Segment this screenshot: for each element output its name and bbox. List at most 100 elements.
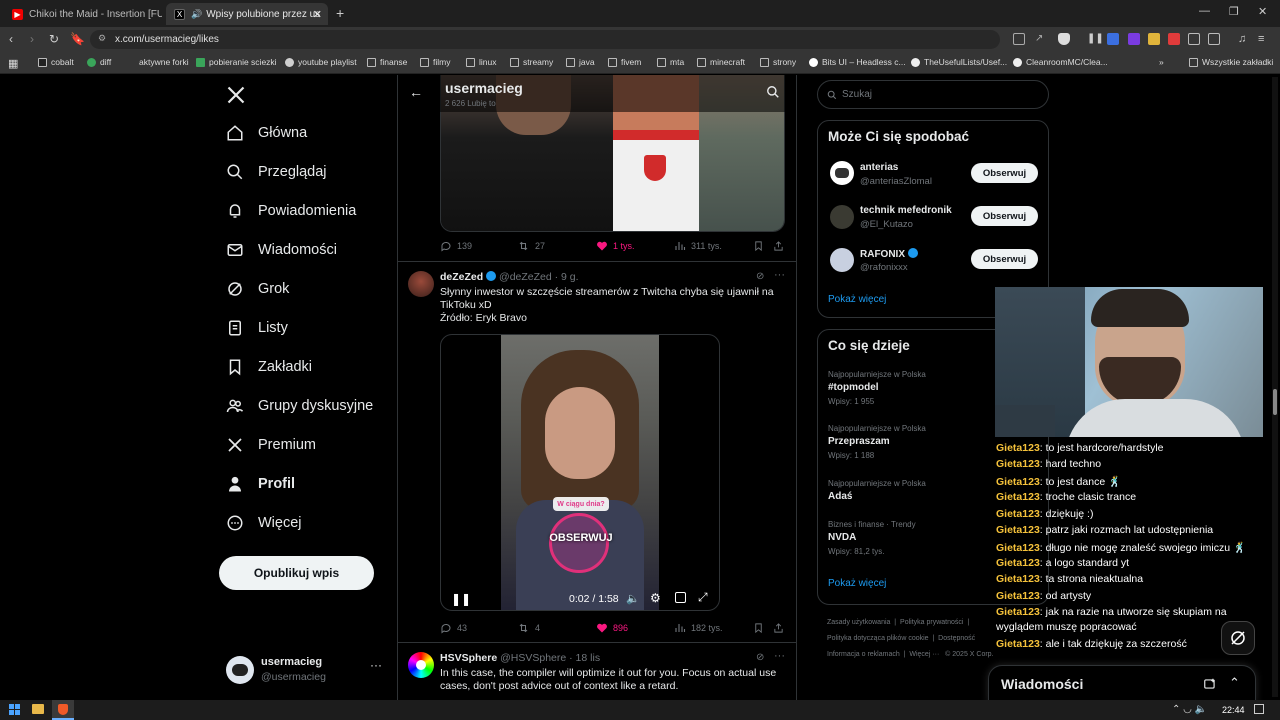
follow-button[interactable]: Obserwuj bbox=[971, 249, 1038, 269]
nav-messages[interactable]: Wiadomości bbox=[226, 241, 337, 259]
trend-item[interactable]: Biznes i finanse · Trendy NVDA Wpisy: 81… bbox=[828, 520, 916, 556]
search-icon[interactable] bbox=[766, 85, 780, 104]
nav-more[interactable]: Więcej bbox=[226, 514, 302, 532]
footer-link[interactable]: Polityka prywatności bbox=[900, 619, 963, 626]
retweet-button[interactable]: 27 bbox=[517, 240, 545, 252]
nav-notifications[interactable]: Powiadomienia bbox=[226, 202, 356, 220]
follow-button[interactable]: Obserwuj bbox=[971, 206, 1038, 226]
tweet-time[interactable]: · 9 g. bbox=[555, 271, 579, 283]
scrollbar-thumb[interactable] bbox=[1273, 389, 1277, 415]
suggest-name-row[interactable]: RAFONIX bbox=[860, 248, 918, 260]
bookmark-folder[interactable]: java bbox=[566, 57, 595, 67]
bookmark-tweet-icon[interactable] bbox=[753, 622, 769, 634]
avatar[interactable] bbox=[830, 248, 854, 272]
bookmark-github[interactable]: TheUsefulLists/Usef... bbox=[911, 57, 1007, 67]
close-window-button[interactable]: ✕ bbox=[1258, 5, 1267, 18]
bookmark-youtube-playlist[interactable]: youtube playlist bbox=[285, 57, 357, 67]
tweet-more-icon[interactable]: ··· bbox=[774, 650, 785, 662]
menu-icon[interactable]: ≡ bbox=[1258, 33, 1270, 45]
new-message-icon[interactable] bbox=[1203, 677, 1217, 696]
bookmark-folder[interactable]: streamy bbox=[510, 57, 553, 67]
nav-grok[interactable]: Grok bbox=[226, 280, 289, 298]
pip-icon[interactable] bbox=[675, 592, 686, 603]
url-field[interactable]: ⚙ x.com/usermacieg/likes bbox=[90, 30, 1000, 49]
search-input[interactable]: Szukaj bbox=[817, 80, 1049, 109]
author-handle[interactable]: @deZeZed bbox=[499, 271, 552, 283]
notifications-icon[interactable] bbox=[1254, 704, 1264, 714]
footer-link[interactable]: Dostępność bbox=[938, 635, 975, 642]
avatar[interactable] bbox=[408, 652, 434, 678]
account-name[interactable]: usermacieg bbox=[261, 656, 322, 668]
tab-youtube[interactable]: ▶ Chikoi the Maid - Insertion [FULL bbox=[4, 3, 162, 25]
video-player[interactable]: W ciągu dnia? OBSERWUJ ❚❚ 0:02 / 1:58 🔈 … bbox=[440, 334, 720, 611]
taskbar-browser[interactable] bbox=[52, 700, 74, 720]
post-button[interactable]: Opublikuj wpis bbox=[219, 556, 374, 590]
bookmark-folder[interactable]: mta bbox=[657, 57, 684, 67]
bookmark-tweet-icon[interactable] bbox=[753, 240, 769, 252]
views-button[interactable]: 182 tys. bbox=[674, 622, 723, 634]
minimize-button[interactable]: — bbox=[1199, 5, 1210, 17]
bookmark-aktywne-forki[interactable]: aktywne forki bbox=[126, 57, 189, 67]
scrollbar[interactable] bbox=[1272, 77, 1278, 697]
windows-start-icon[interactable] bbox=[9, 704, 20, 715]
tray-icons[interactable]: ⌃ ◡ 🔈 bbox=[1172, 704, 1207, 715]
views-button[interactable]: 311 tys. bbox=[674, 240, 722, 252]
bookmark-folder[interactable]: filmy bbox=[420, 57, 450, 67]
back-arrow-icon[interactable]: ← bbox=[409, 84, 423, 100]
close-tab-icon[interactable]: ✕ bbox=[313, 8, 322, 21]
footer-link[interactable]: Informacja o reklamach bbox=[827, 651, 900, 658]
footer-link[interactable]: Polityka dotycząca plików cookie bbox=[827, 635, 929, 642]
bookmark-folder[interactable]: fivem bbox=[608, 57, 641, 67]
share-icon[interactable] bbox=[773, 240, 789, 252]
avatar[interactable] bbox=[226, 656, 254, 684]
trend-item[interactable]: Najpopularniejsze w Polska Przepraszam W… bbox=[828, 424, 926, 460]
new-tab-button[interactable]: + bbox=[336, 5, 344, 21]
bookmark-folder[interactable]: linux bbox=[466, 57, 496, 67]
bookmark-folder[interactable]: strony bbox=[760, 57, 796, 67]
tab-x-likes[interactable]: X 🔊 Wpisy polubione przez userm ✕ bbox=[166, 3, 328, 25]
grok-icon[interactable]: ⊘ bbox=[756, 652, 764, 663]
grok-icon[interactable]: ⊘ bbox=[756, 271, 764, 282]
screen-icon[interactable] bbox=[1013, 33, 1025, 45]
all-bookmarks[interactable]: Wszystkie zakładki bbox=[1189, 57, 1273, 67]
x-logo-icon[interactable] bbox=[226, 85, 246, 110]
avatar[interactable] bbox=[408, 271, 434, 297]
reply-button[interactable]: 139 bbox=[440, 240, 472, 252]
nav-premium[interactable]: Premium bbox=[226, 436, 316, 454]
bookmark-folder[interactable]: minecraft bbox=[697, 57, 745, 67]
bookmark-folder[interactable]: finanse bbox=[367, 57, 407, 67]
forward-icon[interactable]: › bbox=[30, 32, 34, 46]
trend-item[interactable]: Najpopularniejsze w Polska Adaś bbox=[828, 479, 926, 502]
apps-icon[interactable]: ▦ bbox=[8, 57, 18, 70]
maximize-button[interactable]: ❐ bbox=[1229, 5, 1239, 18]
grok-button[interactable] bbox=[1221, 621, 1255, 655]
nav-explore[interactable]: Przeglądaj bbox=[226, 163, 327, 181]
bookmark-bits-ui[interactable]: Bits UI – Headless c... bbox=[809, 57, 906, 67]
nav-profile[interactable]: Profil bbox=[226, 475, 295, 493]
media-icon[interactable]: ♫ bbox=[1238, 33, 1250, 45]
nav-home[interactable]: Główna bbox=[226, 124, 307, 142]
file-explorer-icon[interactable] bbox=[32, 704, 44, 714]
messages-drawer[interactable]: Wiadomości ⌃ bbox=[988, 665, 1256, 700]
show-more-link[interactable]: Pokaż więcej bbox=[828, 578, 886, 589]
bookmark-pobieranie[interactable]: pobieranie sciezki bbox=[196, 57, 277, 67]
more-bookmarks-icon[interactable]: » bbox=[1159, 57, 1164, 67]
account-more-icon[interactable]: ··· bbox=[370, 658, 382, 672]
site-info-icon[interactable]: ⚙ bbox=[98, 33, 106, 44]
nav-bookmarks[interactable]: Zakładki bbox=[226, 358, 312, 376]
reload-icon[interactable]: ↻ bbox=[49, 32, 59, 46]
fullscreen-icon[interactable]: ⤢ bbox=[698, 590, 708, 605]
author-name[interactable]: HSVSphere bbox=[440, 652, 497, 664]
settings-icon[interactable]: ⚙ bbox=[650, 591, 661, 605]
follow-button[interactable]: Obserwuj bbox=[971, 163, 1038, 183]
show-more-link[interactable]: Pokaż więcej bbox=[828, 294, 886, 305]
bookmark-icon[interactable]: 🔖 bbox=[70, 32, 85, 46]
bookmark-github[interactable]: CleanroomMC/Clea... bbox=[1013, 57, 1108, 67]
like-button[interactable]: 1 tys. bbox=[596, 240, 635, 252]
shield-icon[interactable] bbox=[1058, 33, 1070, 45]
pause-icon[interactable]: ❚❚ bbox=[1087, 33, 1104, 45]
share-icon[interactable]: ↗ bbox=[1035, 33, 1047, 45]
nav-communities[interactable]: Grupy dyskusyjne bbox=[226, 397, 373, 415]
puzzle-icon[interactable] bbox=[1188, 33, 1200, 45]
avatar[interactable] bbox=[830, 205, 854, 229]
